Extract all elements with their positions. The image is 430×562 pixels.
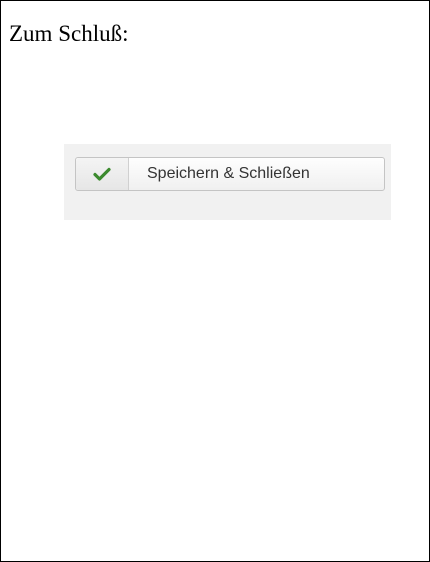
section-heading: Zum Schluß: bbox=[9, 21, 129, 46]
toolbar-screenshot: Speichern & Schließen bbox=[64, 144, 391, 220]
document-frame: Zum Schluß: Speichern & Schließen bbox=[0, 0, 430, 562]
save-and-close-button[interactable]: Speichern & Schließen bbox=[75, 157, 385, 191]
checkmark-icon bbox=[93, 167, 111, 181]
save-and-close-label: Speichern & Schließen bbox=[147, 165, 310, 182]
checkmark-icon-box bbox=[76, 158, 129, 190]
